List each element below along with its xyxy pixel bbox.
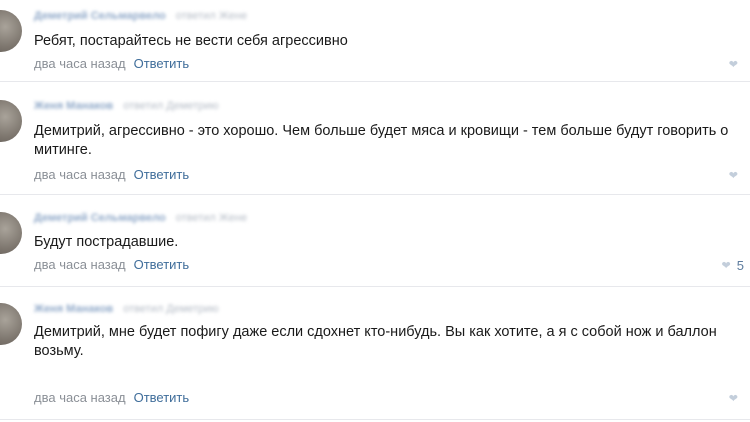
avatar[interactable] [0,303,22,345]
comment-item: Женя Манаков ответил Деметрию Демитрий, а… [0,82,750,195]
like-button[interactable]: ❤ [729,58,744,71]
comment-meta: два часа назад Ответить [34,257,189,272]
comment-time[interactable]: два часа назад [34,257,126,272]
comment-text: Ребят, постарайтесь не вести себя агресс… [34,33,348,49]
reply-button[interactable]: Ответить [134,257,190,272]
like-count: 5 [736,258,744,273]
heart-icon: ❤ [728,170,738,182]
reply-button[interactable]: Ответить [134,56,190,71]
like-button[interactable]: ❤ [729,169,744,182]
avatar[interactable] [0,212,22,254]
comment-author[interactable]: Женя Манаков ответил Деметрию [34,100,219,112]
comment-author[interactable]: Деметрий Сельмарвело ответил Жене [34,10,247,22]
comment-meta: два часа назад Ответить [34,390,189,405]
heart-icon: ❤ [721,260,731,272]
comment-meta: два часа назад Ответить [34,167,189,182]
like-button[interactable]: ❤ [729,392,744,405]
avatar[interactable] [0,10,22,52]
comment-item: Женя Манаков ответил Деметрию Демитрий, м… [0,287,750,420]
comment-time[interactable]: два часа назад [34,390,126,405]
reply-to-text: ответил Жене [175,10,248,22]
reply-to-text: ответил Деметрию [123,303,219,315]
reply-to-text: ответил Жене [175,212,248,224]
comment-meta: два часа назад Ответить [34,56,189,71]
comment-author[interactable]: Женя Манаков ответил Деметрию [34,303,219,315]
avatar[interactable] [0,100,22,142]
reply-to-text: ответил Деметрию [123,100,219,112]
comment-text: Демитрий, агрессивно - это хорошо. Чем б… [34,123,729,158]
reply-button[interactable]: Ответить [134,390,190,405]
comment-time[interactable]: два часа назад [34,56,126,71]
comment-item: Деметрий Сельмарвело ответил Жене Ребят, … [0,0,750,82]
heart-icon: ❤ [728,59,738,71]
comment-item: Деметрий Сельмарвело ответил Жене Будут п… [0,195,750,287]
heart-icon: ❤ [728,393,738,405]
comment-text: Демитрий, мне будет пофигу даже если сдо… [34,324,717,359]
like-button[interactable]: ❤ 5 [722,258,744,273]
comment-text: Будут пострадавшие. [34,234,179,250]
comment-time[interactable]: два часа назад [34,167,126,182]
reply-button[interactable]: Ответить [134,167,190,182]
comment-author[interactable]: Деметрий Сельмарвело ответил Жене [34,212,247,224]
